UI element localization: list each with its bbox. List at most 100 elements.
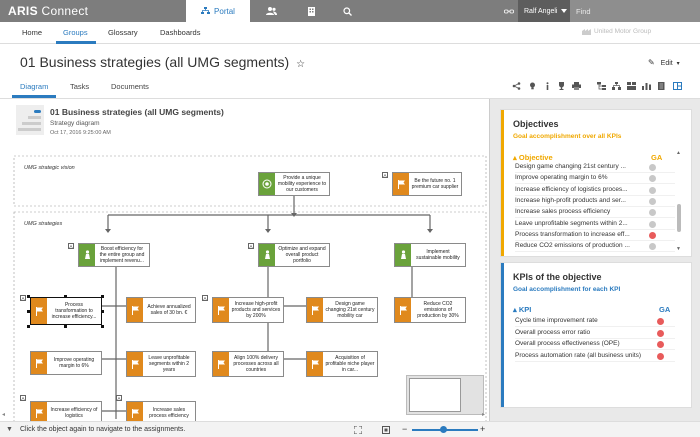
diagram-node[interactable]: Design game changing 21st century mobili… — [306, 297, 378, 323]
glasses-button[interactable] — [500, 0, 518, 22]
minimap-viewport[interactable] — [409, 378, 461, 412]
status-dot — [649, 186, 656, 194]
user-menu[interactable]: Ralf Angeli — [518, 0, 570, 22]
flag-icon — [127, 298, 143, 322]
portal-tab[interactable]: Portal — [186, 0, 250, 22]
diagram-node[interactable]: Acquisition of profitable niche player i… — [306, 351, 378, 377]
tab-documents[interactable]: Documents — [111, 82, 149, 91]
print-icon[interactable] — [572, 82, 581, 90]
diagram-canvas[interactable]: 01 Business strategies (all UMG segments… — [0, 99, 490, 421]
tab-diagram[interactable]: Diagram — [20, 82, 48, 91]
building-icon — [307, 6, 315, 16]
zoom-out-icon[interactable]: − — [402, 424, 407, 434]
kpi-row[interactable]: Overall process effectiveness (OPE) — [515, 340, 675, 350]
brand-main: ARIS — [8, 4, 38, 18]
trophy-icon[interactable] — [557, 82, 566, 90]
diagram-node[interactable]: Achieve annualized sales of 30 bn. € — [126, 297, 196, 323]
edit-button[interactable]: ✎ Edit ▾ — [648, 58, 680, 67]
groups-active-indicator — [56, 41, 96, 44]
node-label: Acquisition of profitable niche player i… — [325, 355, 375, 373]
document-icon[interactable] — [657, 82, 666, 90]
diagram-node[interactable]: Leave unprofitable segments within 2 yea… — [126, 351, 196, 377]
info-icon[interactable] — [543, 82, 552, 90]
diagram-node[interactable]: Improve operating margin to 6% — [30, 351, 102, 375]
share-icon[interactable] — [512, 82, 521, 90]
diagram-node[interactable]: Provide a unique mobility experience to … — [258, 172, 330, 196]
collapse-icon[interactable]: ▼ — [6, 426, 13, 433]
fit-to-screen-icon[interactable] — [354, 426, 362, 434]
caret-down-icon — [561, 9, 568, 13]
brand-sub: Connect — [37, 4, 89, 18]
diagram-node[interactable]: Implement sustainable mobility — [394, 243, 466, 267]
status-dot — [649, 220, 656, 228]
minimap[interactable] — [406, 375, 484, 415]
find-placeholder: Find — [576, 6, 591, 16]
scroll-up-icon[interactable]: ▲ — [676, 150, 681, 156]
kpi-ga-column-header[interactable]: GA — [659, 305, 670, 314]
flag-icon — [307, 352, 323, 376]
diagram-node[interactable]: Increase sales process efficiency — [126, 401, 196, 421]
objective-column-header[interactable]: ▴ Objective — [513, 153, 553, 162]
objectives-scrollbar[interactable] — [677, 204, 681, 232]
app-logo[interactable]: ARIS Connect — [8, 4, 88, 18]
assignment-icon[interactable]: A — [116, 395, 122, 401]
tab-tasks[interactable]: Tasks — [70, 82, 89, 91]
lightbulb-icon[interactable] — [528, 82, 537, 90]
search-button[interactable] — [332, 0, 362, 22]
node-label: Align 100% delivery processes across all… — [233, 355, 279, 373]
tree-icon[interactable] — [612, 82, 621, 90]
scroll-down-icon[interactable]: ▼ — [676, 246, 681, 252]
status-dot — [649, 197, 656, 205]
glasses-icon — [504, 9, 514, 13]
scroll-left-icon[interactable]: ◂ — [2, 411, 5, 418]
kpi-row[interactable]: Cycle time improvement rate — [515, 317, 675, 327]
assignment-icon[interactable]: A — [382, 172, 388, 178]
nav-groups[interactable]: Groups — [63, 28, 88, 37]
assignment-icon[interactable]: A — [20, 295, 26, 301]
scroll-right-icon[interactable]: ▸ — [482, 411, 485, 418]
star-icon[interactable]: ☆ — [296, 59, 305, 70]
bar-chart-icon[interactable] — [642, 82, 651, 90]
company-selector[interactable]: United Motor Group — [582, 28, 651, 35]
top-bar: ARIS Connect Portal Ralf Angeli Find — [0, 0, 700, 22]
hierarchy-icon[interactable] — [597, 82, 606, 90]
kpi-row[interactable]: Process automation rate (all business un… — [515, 352, 675, 362]
find-input[interactable]: Find — [570, 0, 700, 22]
diagram-node[interactable]: Align 100% delivery processes across all… — [212, 351, 284, 377]
dashboard-icon[interactable] — [673, 82, 682, 90]
diagram-node[interactable]: Boost efficiency for the entire group an… — [78, 243, 150, 267]
chevron-down-icon: ▾ — [676, 61, 680, 67]
diagram-node[interactable]: Increase high-profit products and servic… — [212, 297, 284, 323]
flag-icon — [393, 173, 409, 195]
flag-icon — [127, 352, 143, 376]
zoom-in-icon[interactable]: + — [480, 424, 485, 434]
assignment-icon[interactable]: A — [202, 295, 208, 301]
panel-accent — [501, 110, 504, 256]
status-dot — [649, 164, 656, 171]
objectives-title: Objectives — [513, 119, 559, 129]
layers-icon[interactable] — [627, 82, 636, 90]
nav-dashboards[interactable]: Dashboards — [160, 28, 200, 37]
nav-home[interactable]: Home — [22, 28, 42, 37]
diagram-node[interactable]: Be the future no. 1 premium car supplier — [392, 172, 462, 196]
ga-column-header[interactable]: GA — [651, 153, 662, 162]
diagram-node[interactable]: Reduce CO2 emissions of production by 30… — [394, 297, 466, 323]
assignment-icon[interactable]: A — [20, 395, 26, 401]
users-button[interactable] — [256, 0, 286, 22]
documents-button[interactable] — [296, 0, 326, 22]
node-label: Implement sustainable mobility — [416, 249, 460, 261]
full-screen-icon[interactable] — [382, 426, 390, 434]
chess-pawn-icon — [395, 244, 411, 266]
kpi-row[interactable]: Overall process error ratio — [515, 329, 675, 339]
zoom-slider-handle[interactable] — [440, 426, 447, 433]
diagram-node[interactable]: Increase efficiency of logistics — [30, 401, 102, 421]
diagram-node-selected[interactable]: Process transformation to increase effic… — [30, 297, 102, 325]
assignment-icon[interactable]: A — [68, 243, 74, 249]
diagram-node[interactable]: Optimize and expand overall product port… — [258, 243, 330, 267]
node-label: Increase high-profit products and servic… — [231, 301, 281, 319]
kpi-column-label: KPI — [518, 305, 532, 314]
assignment-icon[interactable]: A — [248, 243, 254, 249]
nav-glossary[interactable]: Glossary — [108, 28, 138, 37]
kpi-column-header[interactable]: ▴ KPI — [513, 305, 531, 314]
factory-icon — [582, 29, 591, 35]
